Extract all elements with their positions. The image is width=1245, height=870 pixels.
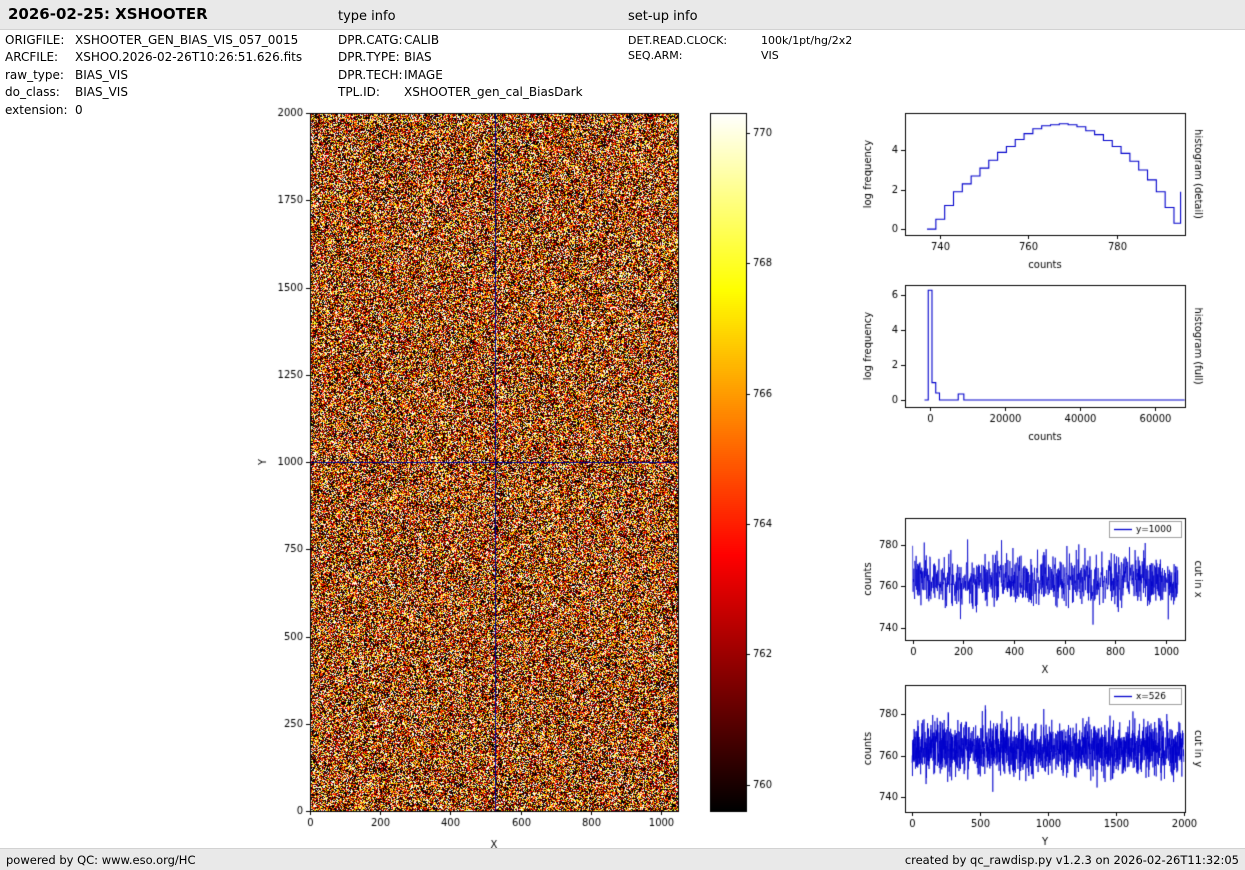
meta-label: do_class: [5,84,75,101]
meta-row: extension:0 [5,102,302,119]
meta-label: DPR.TYPE: [338,49,404,66]
meta-row: raw_type:BIAS_VIS [5,67,302,84]
meta-value: XSHOOTER_gen_cal_BiasDark [404,85,583,99]
meta-value: IMAGE [404,68,443,82]
meta-row: do_class:BIAS_VIS [5,84,302,101]
meta-row: DPR.CATG:CALIB [338,32,583,49]
meta-label: DPR.TECH: [338,67,404,84]
file-info-block: ORIGFILE:XSHOOTER_GEN_BIAS_VIS_057_0015 … [5,32,302,119]
meta-label: TPL.ID: [338,84,404,101]
meta-row: DPR.TECH:IMAGE [338,67,583,84]
meta-row: TPL.ID:XSHOOTER_gen_cal_BiasDark [338,84,583,101]
meta-value: XSHOO.2026-02-26T10:26:51.626.fits [75,50,302,64]
type-info-heading: type info [338,9,396,24]
meta-value: BIAS_VIS [75,68,128,82]
footer-right-text: created by qc_rawdisp.py v1.2.3 on 2026-… [905,853,1239,867]
meta-value: 0 [75,103,83,117]
meta-label: extension: [5,102,75,119]
qc-plots-canvas [0,0,1245,870]
meta-row: ARCFILE:XSHOO.2026-02-26T10:26:51.626.fi… [5,49,302,66]
meta-label: raw_type: [5,67,75,84]
footer-left-text: powered by QC: www.eso.org/HC [6,853,195,867]
meta-row: ORIGFILE:XSHOOTER_GEN_BIAS_VIS_057_0015 [5,32,302,49]
meta-value: VIS [761,49,779,62]
meta-row: DET.READ.CLOCK:100k/1pt/hg/2x2 [628,33,852,48]
page-title: 2026-02-25: XSHOOTER [8,5,208,23]
type-info-block: DPR.CATG:CALIB DPR.TYPE:BIAS DPR.TECH:IM… [338,32,583,102]
meta-row: SEQ.ARM:VIS [628,48,852,63]
meta-value: XSHOOTER_GEN_BIAS_VIS_057_0015 [75,33,298,47]
meta-label: DPR.CATG: [338,32,404,49]
meta-label: SEQ.ARM: [628,48,761,63]
setup-info-heading: set-up info [628,9,698,24]
meta-label: DET.READ.CLOCK: [628,33,761,48]
meta-value: BIAS_VIS [75,85,128,99]
meta-value: BIAS [404,50,432,64]
setup-info-block: DET.READ.CLOCK:100k/1pt/hg/2x2 SEQ.ARM:V… [628,33,852,63]
meta-value: 100k/1pt/hg/2x2 [761,34,852,47]
meta-label: ARCFILE: [5,49,75,66]
qc-report-page: 2026-02-25: XSHOOTER type info set-up in… [0,0,1245,870]
footer-bar: powered by QC: www.eso.org/HC created by… [0,848,1245,870]
meta-label: ORIGFILE: [5,32,75,49]
meta-row: DPR.TYPE:BIAS [338,49,583,66]
meta-value: CALIB [404,33,439,47]
